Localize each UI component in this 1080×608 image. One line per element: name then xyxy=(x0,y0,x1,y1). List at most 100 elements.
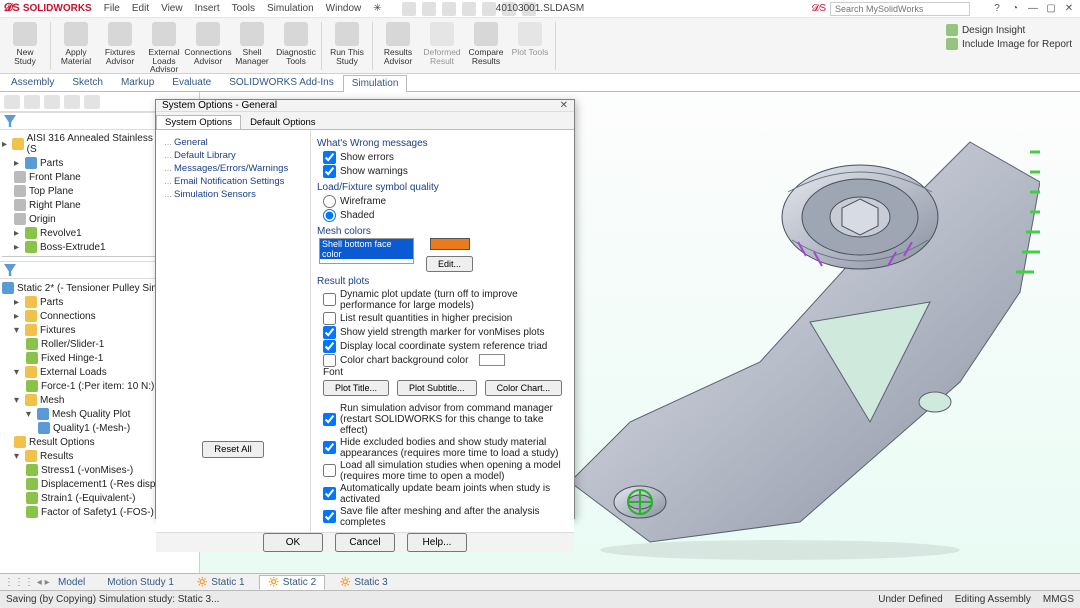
close-icon[interactable]: ✕ xyxy=(1062,3,1076,14)
fm-tree-icon[interactable] xyxy=(4,95,20,109)
bg-color-swatch[interactable] xyxy=(479,354,505,366)
opt-bg-color[interactable]: Color chart background color xyxy=(317,353,568,367)
tab-evaluate[interactable]: Evaluate xyxy=(163,74,220,91)
bottom-tab-static2[interactable]: 🔅 Static 2 xyxy=(259,575,326,590)
funnel-icon[interactable] xyxy=(4,115,16,127)
ribbon-apply-material[interactable]: Apply Material xyxy=(55,20,97,67)
ribbon-right-group: Design Insight Include Image for Report xyxy=(942,20,1076,54)
ribbon-deformed[interactable]: Deformed Result xyxy=(421,20,463,67)
opt-run-advisor[interactable]: Run simulation advisor from command mana… xyxy=(317,402,568,436)
plot-subtitle-button[interactable]: Plot Subtitle... xyxy=(397,380,477,396)
search-input[interactable] xyxy=(830,2,970,16)
status-message: Saving (by Copying) Simulation study: St… xyxy=(6,594,219,605)
help-button[interactable]: Help... xyxy=(407,533,467,552)
bottom-tab-motion[interactable]: Motion Study 1 xyxy=(99,576,182,589)
opt-hide-excluded[interactable]: Hide excluded bodies and show study mate… xyxy=(317,436,568,459)
nav-email[interactable]: Email Notification Settings xyxy=(160,175,306,188)
bottom-tab-model[interactable]: Model xyxy=(50,576,93,589)
menu-view[interactable]: View xyxy=(161,3,183,14)
grp-lf-quality: Load/Fixture symbol quality xyxy=(317,182,568,193)
status-units[interactable]: MMGS xyxy=(1043,594,1074,605)
restore-icon[interactable]: ▢ xyxy=(1044,3,1058,14)
menu-tools[interactable]: Tools xyxy=(232,3,255,14)
edit-color-button[interactable]: Edit... xyxy=(426,256,473,272)
menu-window[interactable]: Window xyxy=(326,3,362,14)
opt-coord[interactable]: Display local coordinate system referenc… xyxy=(317,339,568,353)
image-icon xyxy=(946,38,958,50)
reset-all-button[interactable]: Reset All xyxy=(202,441,264,458)
status-bar: Saving (by Copying) Simulation study: St… xyxy=(0,590,1080,608)
dialog-title: System Options - General xyxy=(162,100,277,111)
grp-result-plots: Result plots xyxy=(317,276,568,287)
ribbon-diag-tools[interactable]: Diagnostic Tools xyxy=(275,20,317,67)
color-chart-button[interactable]: Color Chart... xyxy=(485,380,563,396)
opt-show-warnings[interactable]: Show warnings xyxy=(317,164,568,178)
tab-sketch[interactable]: Sketch xyxy=(63,74,112,91)
ribbon-fixtures[interactable]: Fixtures Advisor xyxy=(99,20,141,67)
menu-more-icon[interactable]: ✳ xyxy=(373,3,381,14)
dim-mgr-icon[interactable] xyxy=(64,95,80,109)
ribbon-connections[interactable]: Connections Advisor xyxy=(187,20,229,67)
opt-load-all[interactable]: Load all simulation studies when opening… xyxy=(317,459,568,482)
tab-markup[interactable]: Markup xyxy=(112,74,163,91)
ribbon-new-study[interactable]: New Study xyxy=(4,20,46,67)
qat-open-icon[interactable] xyxy=(422,2,436,16)
document-title: 40103001.SLDASM xyxy=(496,3,584,14)
nav-default-library[interactable]: Default Library xyxy=(160,149,306,162)
menu-file[interactable]: File xyxy=(104,3,120,14)
design-insight-button[interactable]: Design Insight xyxy=(946,24,1072,36)
opt-yield[interactable]: Show yield strength marker for vonMises … xyxy=(317,325,568,339)
plot-title-button[interactable]: Plot Title... xyxy=(323,380,389,396)
grip-icon[interactable]: ⋮⋮⋮ ◂ ▸ xyxy=(4,577,44,588)
mesh-color-list[interactable]: Shell bottom face color xyxy=(319,238,414,264)
qat-home-icon[interactable] xyxy=(402,2,416,16)
config-mgr-icon[interactable] xyxy=(44,95,60,109)
notify-icon[interactable]: ◔ xyxy=(1008,3,1022,14)
model-render xyxy=(540,122,1040,562)
ribbon-plot-tools[interactable]: Plot Tools xyxy=(509,20,551,59)
tab-simulation[interactable]: Simulation xyxy=(343,75,408,92)
help-icon[interactable]: ? xyxy=(990,3,1004,14)
dlg-tab-default[interactable]: Default Options xyxy=(241,115,324,129)
include-image-button[interactable]: Include Image for Report xyxy=(946,38,1072,50)
color-swatch xyxy=(430,238,470,250)
cancel-button[interactable]: Cancel xyxy=(335,533,395,552)
ribbon-shell-mgr[interactable]: Shell Manager xyxy=(231,20,273,67)
opt-dyn-update[interactable]: Dynamic plot update (turn off to improve… xyxy=(317,288,568,311)
menu-edit[interactable]: Edit xyxy=(132,3,149,14)
ok-button[interactable]: OK xyxy=(263,533,323,552)
qat-undo-icon[interactable] xyxy=(482,2,496,16)
grp-mesh-colors: Mesh colors xyxy=(317,226,568,237)
menu-simulation[interactable]: Simulation xyxy=(267,3,314,14)
dlg-tab-system[interactable]: System Options xyxy=(156,115,241,129)
qat-print-icon[interactable] xyxy=(462,2,476,16)
ribbon-results-adv[interactable]: Results Advisor xyxy=(377,20,419,67)
funnel-icon[interactable] xyxy=(4,264,16,276)
ribbon-compare[interactable]: Compare Results xyxy=(465,20,507,67)
ribbon: New Study Apply Material Fixtures Adviso… xyxy=(0,18,1080,74)
bottom-tab-static1[interactable]: 🔅 Static 1 xyxy=(188,576,253,589)
opt-save-after[interactable]: Save file after meshing and after the an… xyxy=(317,505,568,528)
dialog-close-icon[interactable]: ✕ xyxy=(560,100,568,111)
bottom-tab-static3[interactable]: 🔅 Static 3 xyxy=(331,576,396,589)
opt-wireframe[interactable]: Wireframe xyxy=(317,194,568,208)
nav-sensors[interactable]: Simulation Sensors xyxy=(160,188,306,201)
menu-insert[interactable]: Insert xyxy=(195,3,220,14)
tab-addins[interactable]: SOLIDWORKS Add-Ins xyxy=(220,74,342,91)
display-mgr-icon[interactable] xyxy=(84,95,100,109)
opt-list-prec[interactable]: List result quantities in higher precisi… xyxy=(317,311,568,325)
opt-auto-beam[interactable]: Automatically update beam joints when st… xyxy=(317,482,568,505)
status-mode: Editing Assembly xyxy=(955,594,1031,605)
qat-save-icon[interactable] xyxy=(442,2,456,16)
property-mgr-icon[interactable] xyxy=(24,95,40,109)
nav-general[interactable]: General xyxy=(160,136,306,149)
min-icon[interactable]: — xyxy=(1026,3,1040,14)
nav-messages[interactable]: Messages/Errors/Warnings xyxy=(160,162,306,175)
dialog-titlebar[interactable]: System Options - General ✕ xyxy=(156,100,574,112)
opt-show-errors[interactable]: Show errors xyxy=(317,150,568,164)
ribbon-run-study[interactable]: Run This Study xyxy=(326,20,368,67)
tab-assembly[interactable]: Assembly xyxy=(2,74,63,91)
ribbon-ext-loads[interactable]: External Loads Advisor xyxy=(143,20,185,76)
dialog-nav: General Default Library Messages/Errors/… xyxy=(156,130,311,532)
opt-shaded[interactable]: Shaded xyxy=(317,208,568,222)
